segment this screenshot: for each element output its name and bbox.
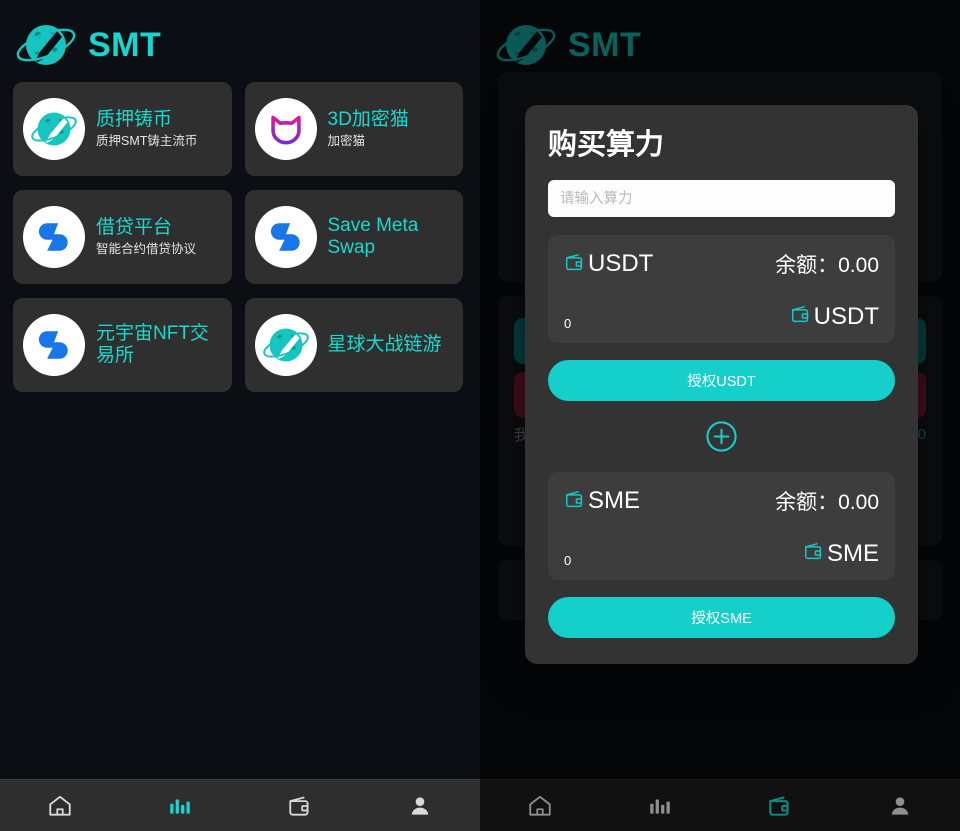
nav-item-profile[interactable] [360, 793, 480, 819]
token-unit-label: USDT [813, 302, 879, 330]
app-card-text: 元宇宙NFT交易所 [96, 323, 222, 368]
right-phone-panel: SMT 我的算力（个） 0.000 购买算力 [480, 0, 960, 831]
app-card-text: 星球大战链游 [328, 334, 442, 356]
left-header: SMT [0, 0, 480, 72]
wallet-icon [790, 303, 812, 330]
app-card-text: 借贷平台 智能合约借贷协议 [96, 217, 196, 256]
buy-power-modal: 购买算力 USDT [525, 105, 918, 664]
bar-chart-icon [647, 793, 673, 819]
wallet-icon [767, 793, 793, 819]
token-header-row: USDT 余额：0.00 [564, 249, 879, 279]
wallet-icon [803, 540, 825, 567]
approve-usdt-button[interactable]: 授权USDT [548, 360, 895, 401]
wallet-icon [564, 488, 586, 515]
app-card-subtitle: 智能合约借贷协议 [96, 241, 197, 256]
nav-item-stats[interactable] [120, 793, 240, 819]
app-card-crypto-cat[interactable]: 3D加密猫 加密猫 [244, 82, 463, 176]
app-card-title: 质押铸币 [96, 109, 173, 131]
app-card-title: 元宇宙NFT交易所 [96, 322, 209, 366]
app-card-star-war-game[interactable]: 星球大战链游 [244, 298, 463, 392]
left-phone-panel: SMT 质押铸币 质押SMT铸主流币 3D加密猫 加密猫 借贷平台 智能合约借贷… [0, 0, 480, 831]
token-balance-label: 余额： [775, 254, 839, 277]
planet-rocket-icon [254, 314, 317, 376]
token-balance-value: 0.00 [838, 491, 879, 514]
app-card-title: 星球大战链游 [327, 333, 442, 355]
app-card-title: 3D加密猫 [327, 109, 409, 131]
app-card-save-meta-swap[interactable]: Save Meta Swap [244, 190, 463, 284]
wallet-icon [287, 793, 313, 819]
token-unit-usdt: USDT [790, 303, 879, 330]
app-card-text: 质押铸币 质押SMT铸主流币 [96, 109, 197, 148]
nav-item-home[interactable] [480, 793, 600, 819]
person-icon [407, 793, 433, 819]
token-name-usdt: USDT [564, 251, 653, 278]
token-name-sme: SME [564, 488, 640, 515]
token-box-usdt: USDT 余额：0.00 0 USDT [548, 235, 895, 343]
token-header-row: SME 余额：0.00 [564, 486, 879, 516]
brand-title: SMT [88, 26, 162, 64]
app-card-title: Save Meta Swap [327, 214, 419, 258]
token-symbol: USDT [588, 250, 654, 277]
home-icon [47, 793, 73, 819]
plus-circle-icon[interactable] [704, 419, 739, 454]
add-token-row [548, 419, 895, 454]
app-card-metaverse-nft[interactable]: 元宇宙NFT交易所 [13, 298, 232, 392]
nav-item-wallet[interactable] [240, 793, 360, 819]
token-box-sme: SME 余额：0.00 0 SME [548, 472, 895, 580]
token-balance-label: 余额： [775, 491, 839, 514]
wallet-icon [564, 251, 586, 278]
power-amount-input[interactable] [548, 180, 895, 217]
nav-item-home[interactable] [0, 793, 120, 819]
nav-item-wallet[interactable] [720, 793, 840, 819]
token-amount-row: 0 USDT [564, 303, 879, 330]
token-balance: 余额：0.00 [775, 249, 879, 279]
app-card-text: Save Meta Swap [328, 215, 454, 260]
left-bottom-nav [0, 779, 480, 831]
modal-title: 购买算力 [548, 129, 665, 161]
nav-item-profile[interactable] [840, 793, 960, 819]
token-amount-value: 0 [564, 553, 572, 568]
app-card-subtitle: 质押SMT铸主流币 [96, 133, 198, 148]
nav-item-stats[interactable] [600, 793, 720, 819]
token-amount-value: 0 [564, 316, 572, 331]
home-icon [527, 793, 553, 819]
app-card-title: 借贷平台 [96, 217, 173, 239]
token-unit-sme: SME [803, 540, 879, 567]
save-meta-s-icon [23, 314, 85, 376]
app-card-lending[interactable]: 借贷平台 智能合约借贷协议 [13, 190, 232, 284]
planet-rocket-icon [14, 17, 78, 73]
app-card-subtitle: 加密猫 [327, 133, 366, 148]
token-unit-label: SME [826, 539, 879, 567]
app-card-text: 3D加密猫 加密猫 [328, 109, 409, 148]
app-card-grid: 质押铸币 质押SMT铸主流币 3D加密猫 加密猫 借贷平台 智能合约借贷协议 S… [0, 72, 480, 392]
save-meta-s-icon [23, 206, 85, 268]
token-amount-row: 0 SME [564, 540, 879, 567]
right-bottom-nav [480, 779, 960, 831]
token-balance: 余额：0.00 [775, 486, 879, 516]
token-balance-value: 0.00 [838, 254, 879, 277]
person-icon [887, 793, 913, 819]
bar-chart-icon [167, 793, 193, 819]
planet-rocket-icon [23, 98, 85, 160]
save-meta-s-icon [254, 206, 317, 268]
approve-sme-button[interactable]: 授权SME [548, 597, 895, 638]
token-symbol: SME [588, 487, 641, 514]
crypto-cat-icon [254, 98, 317, 160]
screenshot-stage: SMT 质押铸币 质押SMT铸主流币 3D加密猫 加密猫 借贷平台 智能合约借贷… [0, 0, 960, 831]
app-card-stake-mint[interactable]: 质押铸币 质押SMT铸主流币 [13, 82, 232, 176]
